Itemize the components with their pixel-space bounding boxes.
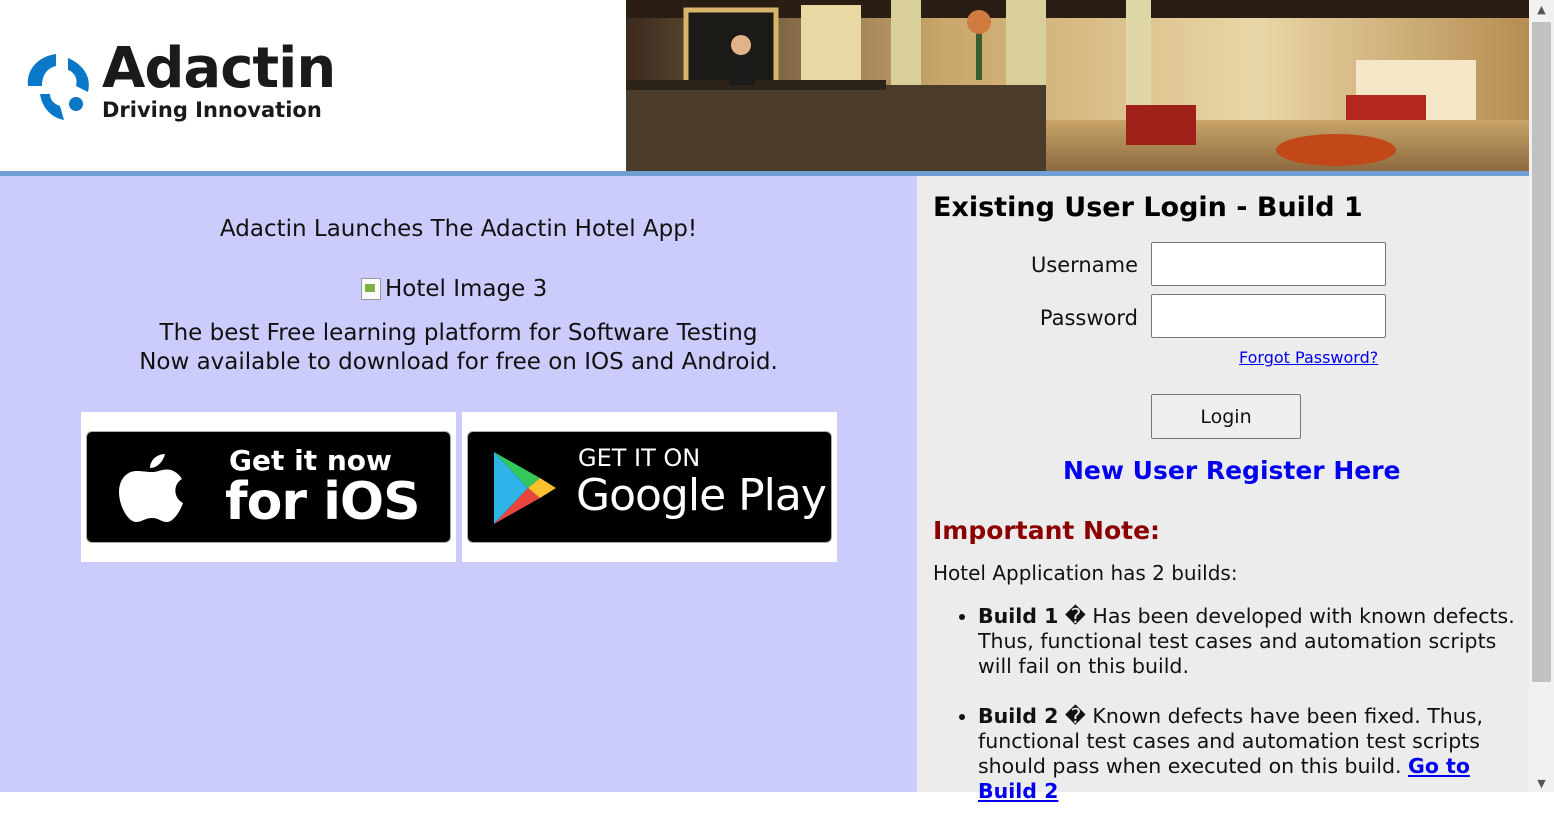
google-play-badge-link[interactable]: GET IT ON Google Play [462,412,837,562]
adactin-logo[interactable]: Adactin Driving Innovation [20,36,350,132]
hotel-lobby-banner [626,0,1529,171]
builds-list: Build 1 � Has been developed with known … [933,604,1529,829]
google-play-badge: GET IT ON Google Play [467,431,832,543]
password-label: Password [1039,306,1138,330]
scroll-up-arrow-icon[interactable]: ▲ [1529,0,1554,18]
important-note-title: Important Note: [933,516,1161,545]
hotel-image: Hotel Image 3 [361,276,547,302]
brand-tagline: Driving Innovation [102,98,322,122]
promo-tagline: The best Free learning platform for Soft… [0,319,917,377]
google-badge-small-text: GET IT ON [578,444,701,472]
list-item: Build 2 � Known defects have been fixed.… [978,704,1529,804]
ios-badge-big-text: for iOS [225,472,421,532]
username-input[interactable] [1151,242,1386,286]
forgot-password-link[interactable]: Forgot Password? [1239,348,1378,367]
adactin-logo-icon [27,54,89,120]
password-input[interactable] [1151,294,1386,338]
tagline-line-2: Now available to download for free on IO… [139,349,778,375]
build-1-separator: � [1058,604,1093,628]
scroll-thumb[interactable] [1532,22,1551,682]
register-link[interactable]: New User Register Here [1063,456,1401,485]
google-play-icon [494,452,556,524]
login-title: Existing User Login - Build 1 [933,192,1363,223]
announcement-heading: Adactin Launches The Adactin Hotel App! [219,216,698,242]
build-2-separator: � [1058,704,1093,728]
promo-panel: Adactin Launches The Adactin Hotel App! … [0,176,917,792]
tagline-line-1: The best Free learning platform for Soft… [159,320,758,346]
app-store-badge-link[interactable]: Get it now for iOS [81,412,456,562]
login-button[interactable]: Login [1151,394,1301,439]
scroll-down-arrow-icon[interactable]: ▼ [1529,774,1554,792]
important-note-intro: Hotel Application has 2 builds: [933,561,1238,585]
broken-image-icon [361,278,381,300]
build-2-name: Build 2 [978,704,1059,728]
hotel-image-alt-text: Hotel Image 3 [385,276,548,302]
page-scrollbar[interactable]: ▲ ▼ [1529,0,1554,792]
brand-name: Adactin [102,36,336,101]
username-label: Username [1030,253,1138,277]
apple-icon [119,454,183,522]
google-badge-big-text: Google Play [576,470,827,521]
login-panel: Existing User Login - Build 1 Username P… [917,176,1529,803]
list-item: Build 1 � Has been developed with known … [978,604,1529,679]
app-store-badge: Get it now for iOS [86,431,451,543]
build-1-name: Build 1 [978,604,1059,628]
page-header: Adactin Driving Innovation [0,0,1529,171]
